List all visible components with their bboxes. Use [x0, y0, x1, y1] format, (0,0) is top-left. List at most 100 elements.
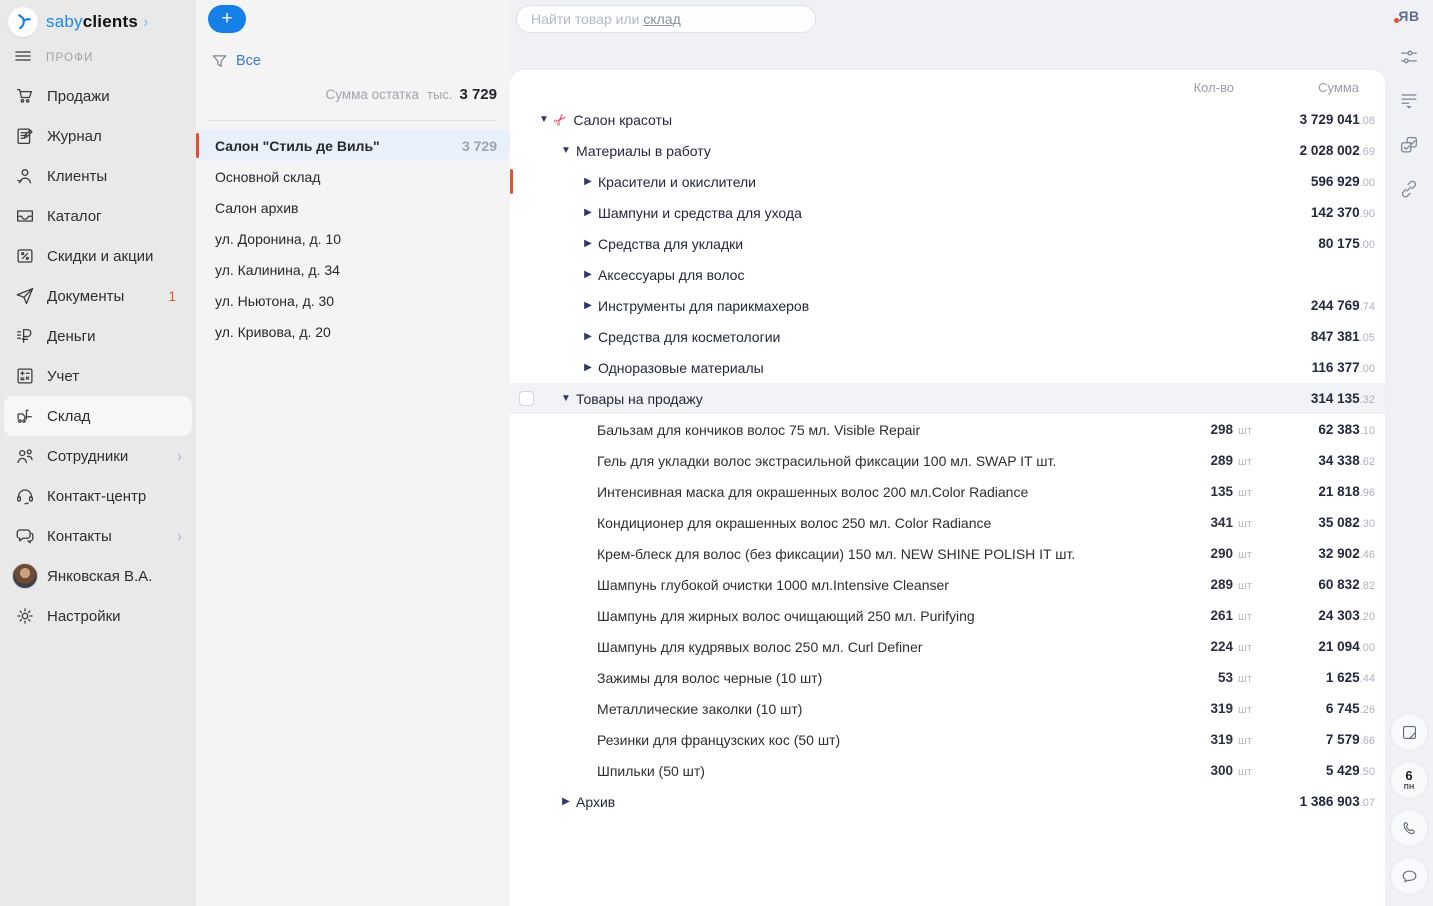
sidebar-item-label: Деньги — [47, 328, 95, 345]
warehouse-list-item[interactable]: ул. Доронина, д. 10 — [196, 223, 510, 254]
tasks-icon[interactable] — [1398, 134, 1420, 156]
sidebar-item-clients[interactable]: Клиенты — [0, 156, 196, 196]
collapse-arrow-icon[interactable]: ▼ — [538, 114, 550, 125]
stock-product-row[interactable]: Интенсивная маска для окрашенных волос 2… — [510, 476, 1385, 507]
sidebar-item-contacts[interactable]: Контакты› — [0, 516, 196, 556]
warehouse-name: ул. Доронина, д. 10 — [215, 231, 341, 247]
sum-cell: 847 381.05 — [1258, 328, 1375, 346]
stock-folder-row[interactable]: ▶Красители и окислители596 929.00 — [510, 166, 1385, 197]
filter-button[interactable]: Все — [196, 50, 510, 72]
stock-folder-row[interactable]: ▶Шампуни и средства для ухода142 370.90 — [510, 197, 1385, 228]
expand-arrow-icon[interactable]: ▶ — [582, 176, 594, 187]
sidebar-item-journal[interactable]: Журнал — [0, 116, 196, 156]
sidebar-item-sales[interactable]: Продажи — [0, 76, 196, 116]
sum-value: 21 094 — [1318, 639, 1359, 654]
stock-folder-row[interactable]: ▶Средства для косметологии847 381.05 — [510, 321, 1385, 352]
expand-arrow-icon[interactable]: ▶ — [582, 269, 594, 280]
warehouse-list-item[interactable]: Салон архив — [196, 192, 510, 223]
sum-value: 35 082 — [1318, 515, 1359, 530]
sidebar-item-employees[interactable]: Сотрудники› — [0, 436, 196, 476]
stock-folder-row[interactable]: ▼Материалы в работу2 028 002.69 — [510, 135, 1385, 166]
stock-product-row[interactable]: Шампунь для жирных волос очищающий 250 м… — [510, 600, 1385, 631]
search-scope-link[interactable]: склад — [643, 11, 680, 27]
stock-folder-row[interactable]: ▶Архив1 386 903.07 — [510, 786, 1385, 817]
expand-arrow-icon[interactable]: ▶ — [582, 300, 594, 311]
collapse-arrow-icon[interactable]: ▼ — [560, 145, 572, 156]
sidebar-item-label: Каталог — [47, 208, 102, 225]
warehouse-name: Салон архив — [215, 200, 298, 216]
collapse-arrow-icon[interactable]: ▼ — [560, 393, 572, 404]
logo[interactable]: sabyclients › — [0, 4, 196, 40]
sum-value: 244 769 — [1311, 298, 1360, 313]
stock-product-row[interactable]: Бальзам для кончиков волос 75 мл. Visibl… — [510, 414, 1385, 445]
sidebar-item-contact-center[interactable]: Контакт-центр — [0, 476, 196, 516]
stock-folder-row[interactable]: ▼Товары на продажу314 135.32 — [510, 383, 1385, 414]
warehouse-list-item[interactable]: ул. Калинина, д. 34 — [196, 254, 510, 285]
sidebar-item-discounts[interactable]: Скидки и акции — [0, 236, 196, 276]
warehouse-list-item[interactable]: Основной склад — [196, 161, 510, 192]
expand-arrow-icon[interactable]: ▶ — [582, 331, 594, 342]
search-input[interactable]: Найти товар или склад — [516, 5, 816, 33]
stock-product-row[interactable]: Гель для укладки волос экстрасильной фик… — [510, 445, 1385, 476]
stock-folder-row[interactable]: ▶Средства для укладки80 175.00 — [510, 228, 1385, 259]
sidebar-item-warehouse[interactable]: Склад — [4, 396, 192, 436]
workspace-row: ПРОФИ — [0, 40, 196, 76]
sidebar-item-accounting[interactable]: Учет — [0, 356, 196, 396]
warehouse-name: ул. Ньютона, д. 30 — [215, 293, 334, 309]
link-icon[interactable] — [1398, 178, 1420, 200]
calendar-widget[interactable]: 6пн — [1391, 762, 1427, 798]
user-initials-badge[interactable]: ЯВ — [1398, 8, 1419, 24]
note-icon[interactable] — [1391, 714, 1427, 750]
sliders-icon[interactable] — [1398, 46, 1420, 68]
catalog-icon — [12, 204, 38, 228]
column-header-sum[interactable]: Сумма — [1258, 80, 1375, 95]
stock-folder-row[interactable]: ▶Инструменты для парикмахеров244 769.74 — [510, 290, 1385, 321]
cursor-marker — [510, 169, 513, 194]
stock-product-row[interactable]: Зажимы для волос черные (10 шт)53шт1 625… — [510, 662, 1385, 693]
stock-product-row[interactable]: Шампунь глубокой очистки 1000 мл.Intensi… — [510, 569, 1385, 600]
sidebar-item-user[interactable]: Янковская В.А. — [0, 556, 196, 596]
sum-value: 1 625 — [1326, 670, 1360, 685]
row-checkbox[interactable] — [519, 391, 534, 406]
item-label: Зажимы для волос черные (10 шт) — [597, 670, 1138, 686]
sidebar-item-catalog[interactable]: Каталог — [0, 196, 196, 236]
chat-icon[interactable] — [1391, 858, 1427, 894]
sum-value: 1 386 903 — [1300, 794, 1360, 809]
warehouse-icon — [12, 404, 38, 428]
expand-arrow-icon[interactable]: ▶ — [582, 238, 594, 249]
sum-cell: 244 769.74 — [1258, 297, 1375, 315]
stock-product-row[interactable]: Шампунь для кудрявых волос 250 мл. Curl … — [510, 631, 1385, 662]
stock-product-row[interactable]: Шпильки (50 шт)300шт5 429.50 — [510, 755, 1385, 786]
sum-value: 21 818 — [1318, 484, 1359, 499]
column-header-qty[interactable]: Кол-во — [1138, 80, 1258, 95]
sum-cell: 6 745.26 — [1258, 700, 1375, 718]
workspace-label: ПРОФИ — [46, 52, 94, 64]
add-button[interactable]: + — [208, 5, 246, 33]
stock-product-row[interactable]: Резинки для французских кос (50 шт)319шт… — [510, 724, 1385, 755]
filter-label: Все — [236, 53, 261, 69]
menu-icon[interactable] — [14, 47, 32, 70]
sum-decimals: .66 — [1360, 735, 1375, 747]
warehouse-list-item[interactable]: ул. Кривова, д. 20 — [196, 316, 510, 347]
app-root: sabyclients › ПРОФИ ПродажиЖурналКлиенты… — [0, 0, 1433, 906]
warehouse-list-item[interactable]: Салон "Стиль де Виль"3 729 — [196, 130, 510, 161]
sidebar-item-settings[interactable]: Настройки — [0, 596, 196, 636]
sum-unit: тыс. — [427, 87, 452, 102]
expand-arrow-icon[interactable]: ▶ — [582, 362, 594, 373]
chevron-right-icon[interactable]: › — [143, 12, 149, 32]
stock-product-row[interactable]: Крем-блеск для волос (без фиксации) 150 … — [510, 538, 1385, 569]
warehouse-list-item[interactable]: ул. Ньютона, д. 30 — [196, 285, 510, 316]
stock-product-row[interactable]: Металлические заколки (10 шт)319шт6 745.… — [510, 693, 1385, 724]
stock-folder-row[interactable]: ▶Аксессуары для волос — [510, 259, 1385, 290]
stock-product-row[interactable]: Кондиционер для окрашенных волос 250 мл.… — [510, 507, 1385, 538]
qty-unit: шт — [1238, 425, 1258, 437]
stock-folder-row[interactable]: ▼✂Салон красоты3 729 041.08 — [510, 104, 1385, 135]
qty-unit: шт — [1238, 704, 1258, 716]
phone-icon[interactable] — [1391, 810, 1427, 846]
expand-arrow-icon[interactable]: ▶ — [582, 207, 594, 218]
sidebar-item-documents[interactable]: Документы1 — [0, 276, 196, 316]
list-menu-icon[interactable] — [1398, 90, 1420, 112]
expand-arrow-icon[interactable]: ▶ — [560, 796, 572, 807]
stock-folder-row[interactable]: ▶Одноразовые материалы116 377.00 — [510, 352, 1385, 383]
sidebar-item-money[interactable]: Деньги — [0, 316, 196, 356]
